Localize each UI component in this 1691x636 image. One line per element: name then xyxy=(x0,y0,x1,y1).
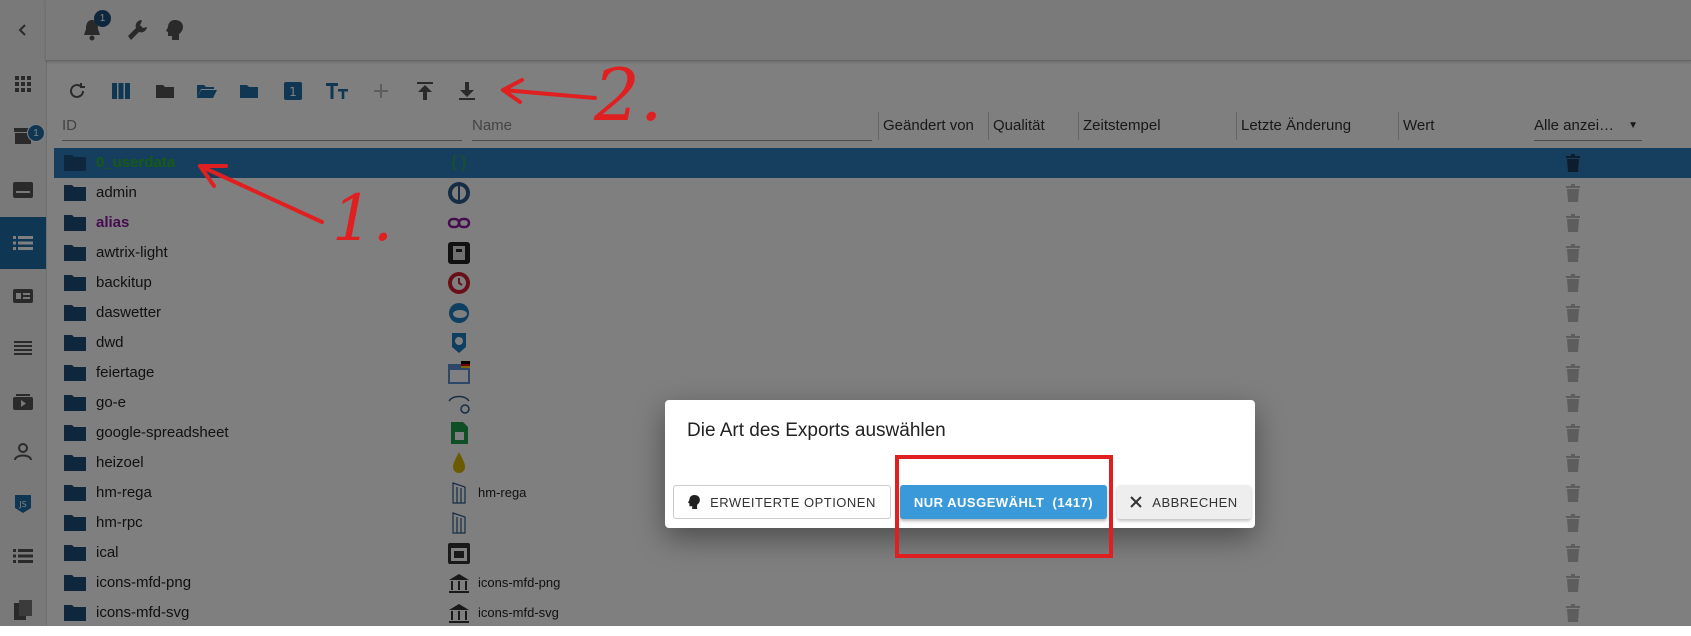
export-selected-label: NUR AUSGEWÄHLT (1417) xyxy=(913,494,1094,510)
cancel-button[interactable]: ABBRECHEN xyxy=(1117,485,1251,519)
export-dialog: Die Art des Exports auswählen ERWEITERTE… xyxy=(665,400,1255,528)
dialog-title: Die Art des Exports auswählen xyxy=(687,420,946,441)
cancel-label: ABBRECHEN xyxy=(1152,494,1238,510)
export-selected-button[interactable]: NUR AUSGEWÄHLT (1417) xyxy=(900,485,1107,519)
head-icon xyxy=(688,495,701,509)
modal-backdrop[interactable] xyxy=(0,0,1691,626)
close-icon xyxy=(1130,496,1142,508)
advanced-options-button[interactable]: ERWEITERTE OPTIONEN xyxy=(673,485,891,519)
advanced-options-label: ERWEITERTE OPTIONEN xyxy=(710,494,876,510)
